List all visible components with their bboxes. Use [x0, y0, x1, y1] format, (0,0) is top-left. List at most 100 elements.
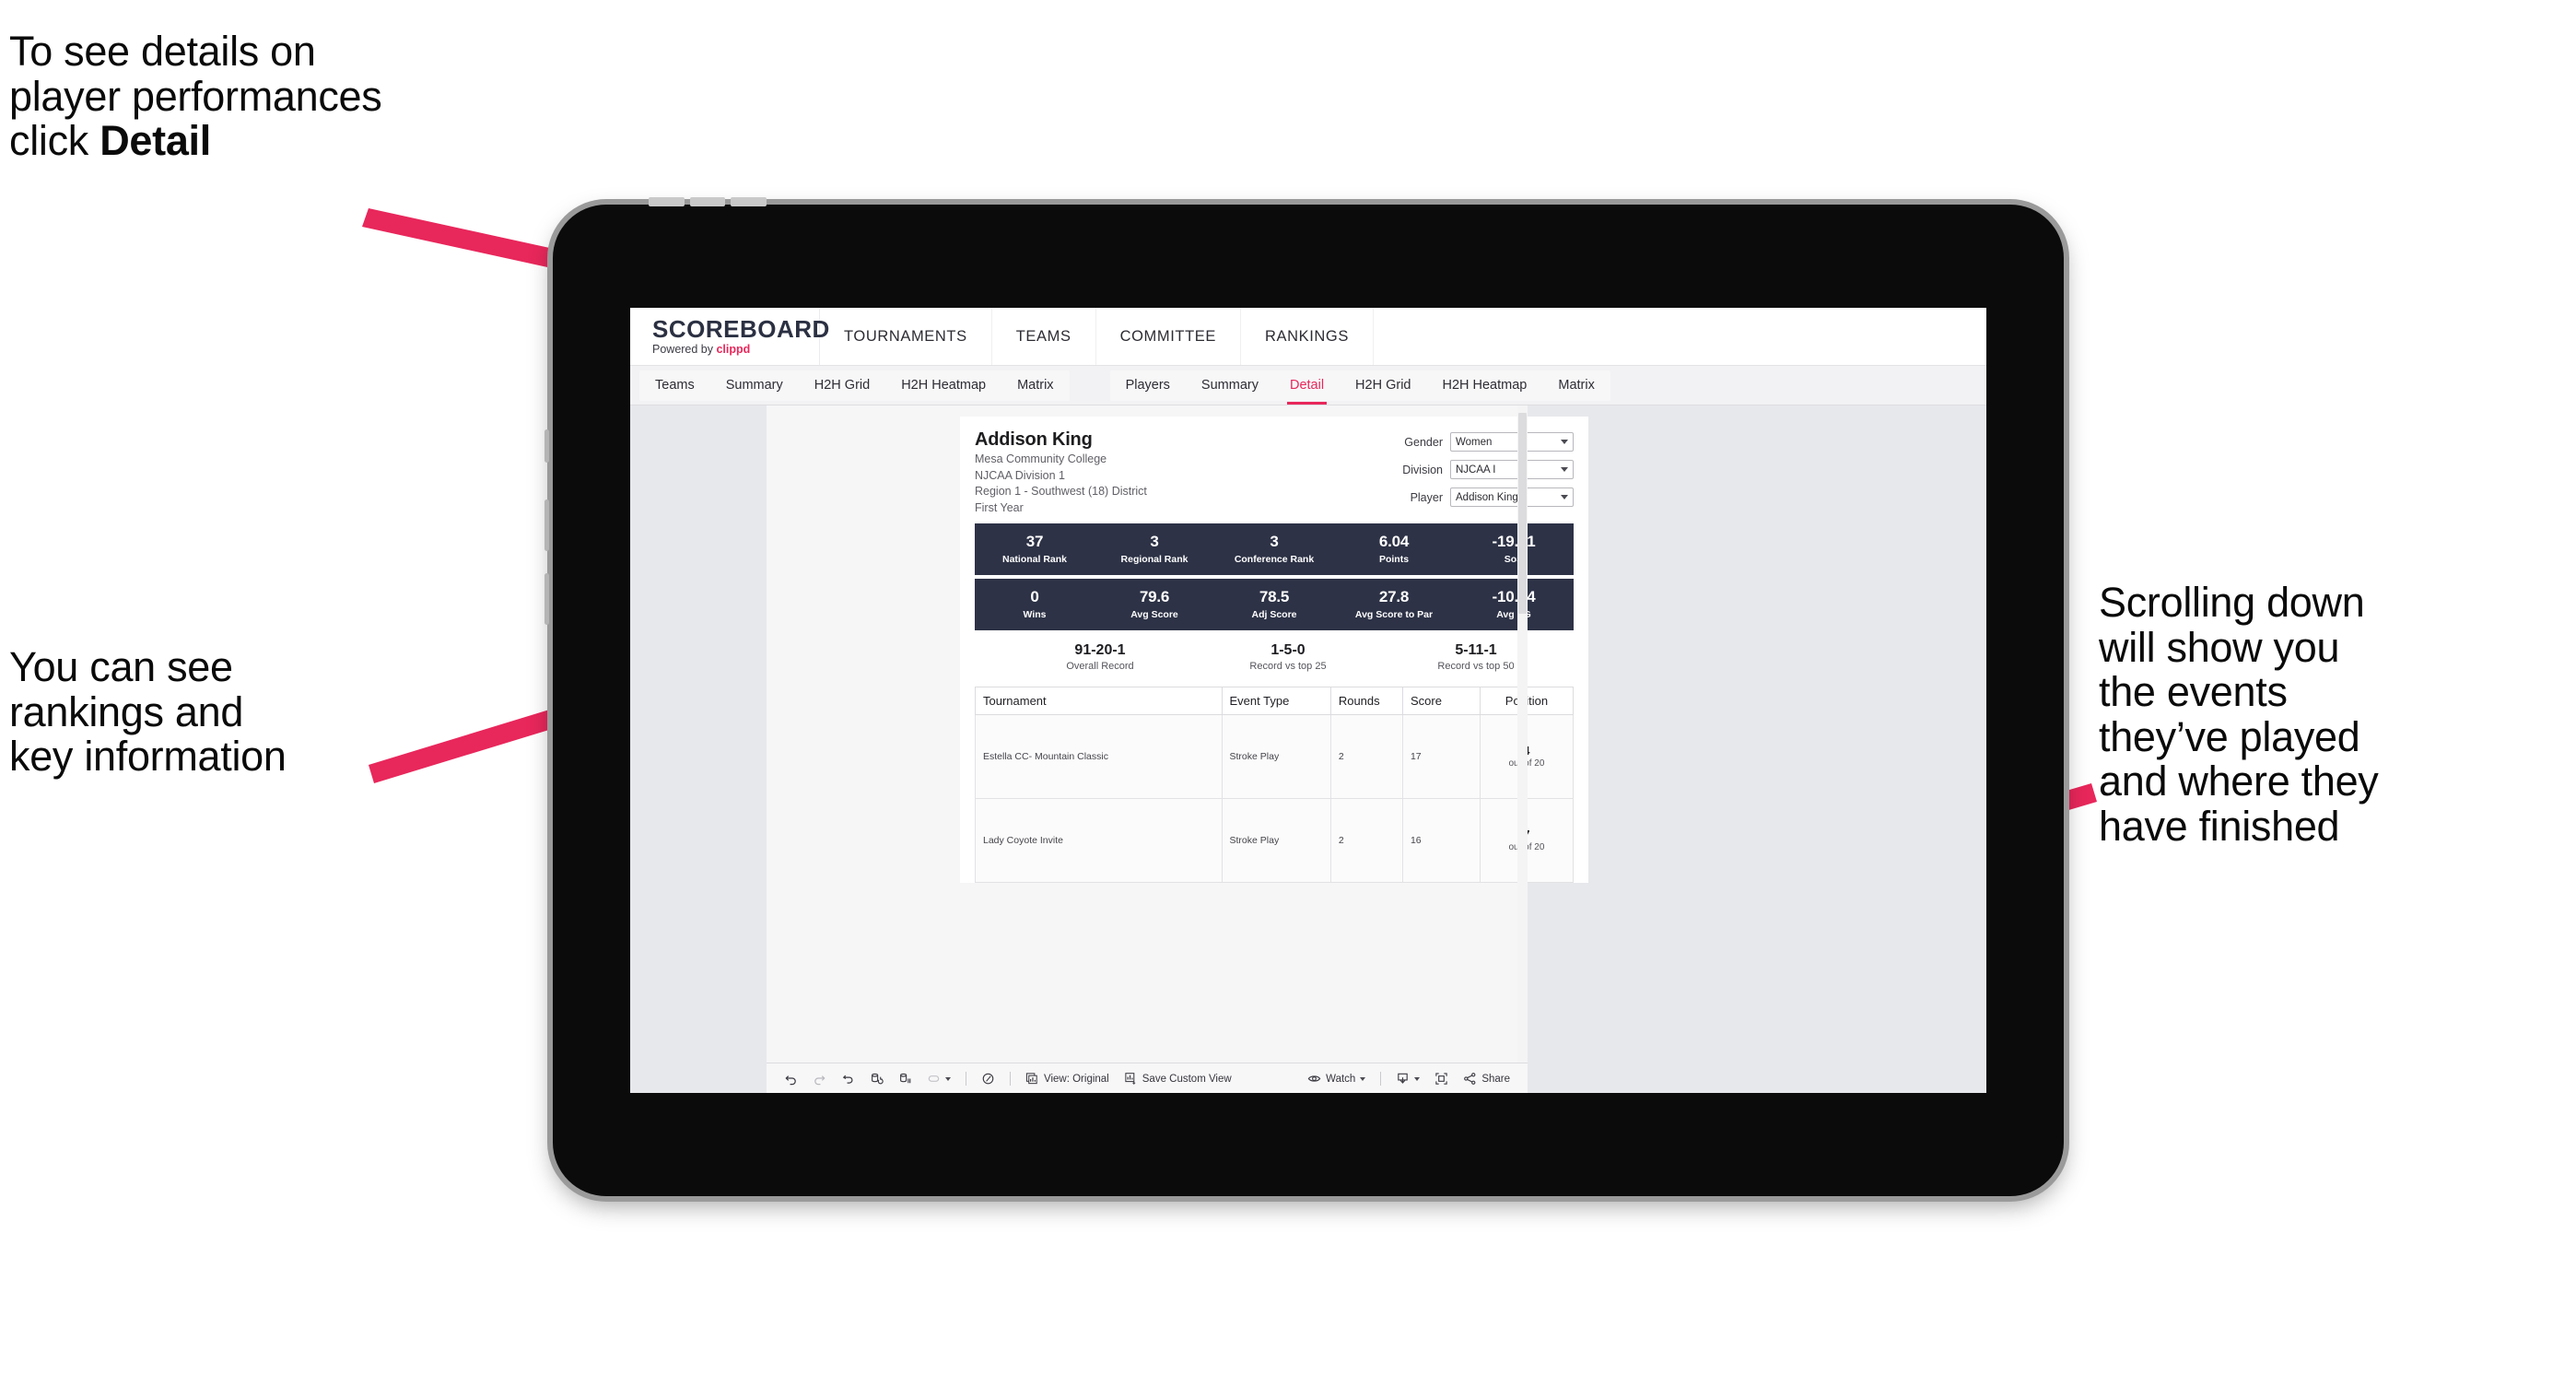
player-year: First Year: [975, 500, 1024, 514]
record-overall: 91-20-1 Overall Record: [1006, 642, 1194, 672]
powered-by-prefix: Powered by: [652, 343, 717, 357]
stat-label: Points: [1378, 553, 1410, 565]
table-row[interactable]: Lady Coyote Invite Stroke Play 2 16 7 ou…: [975, 798, 1575, 884]
cell-tournament: Lady Coyote Invite: [975, 798, 1223, 884]
col-event-type[interactable]: Event Type: [1221, 687, 1331, 716]
record-label: Record vs top 25: [1249, 661, 1327, 673]
record-vs-top-50: 5-11-1 Record vs top 50: [1382, 642, 1570, 672]
stat-value: 27.8: [1378, 588, 1410, 606]
save-label: Save Custom View: [1142, 1073, 1232, 1085]
nav-rankings[interactable]: RANKINGS: [1241, 308, 1374, 365]
chevron-down-icon: [1360, 1076, 1366, 1081]
view-original-button[interactable]: View: Original: [1019, 1068, 1116, 1090]
refresh-data-button[interactable]: [863, 1068, 890, 1090]
nav-teams[interactable]: TEAMS: [992, 308, 1096, 365]
powered-by-line: Powered by clippd: [652, 344, 819, 356]
stat-adj-score: 78.5 Adj Score: [1214, 588, 1334, 619]
secondary-nav: Teams Summary H2H Grid H2H Heatmap Matri…: [630, 366, 1986, 405]
filter-player-row: Player Addison King: [1378, 487, 1574, 507]
stat-regional-rank: 3 Regional Rank: [1095, 533, 1214, 564]
eye-icon: [1307, 1075, 1321, 1082]
save-custom-view-button[interactable]: Save Custom View: [1118, 1068, 1238, 1090]
redo-icon: [814, 1075, 825, 1086]
filter-gender-select[interactable]: Women: [1450, 432, 1574, 452]
cell-tournament: Estella CC- Mountain Classic: [975, 714, 1223, 800]
download-button[interactable]: [1389, 1068, 1426, 1090]
tablet-screen: SCOREBOARD Powered by clippd TOURNAMENTS…: [630, 308, 1986, 1093]
tab-teams[interactable]: Teams: [639, 370, 710, 401]
stats-bar-primary: 37 National Rank 3 Regional Rank 3 Confe…: [975, 523, 1574, 575]
record-value: 5-11-1: [1455, 642, 1497, 658]
player-detail-sheet: Addison King Mesa Community College NJCA…: [960, 417, 1588, 884]
stats-bar-secondary: 0 Wins 79.6 Avg Score 78.5 Adj Score 27.…: [975, 579, 1574, 630]
tab-players[interactable]: Players: [1110, 370, 1186, 401]
tablet-power-button[interactable]: [544, 429, 549, 463]
revert-button[interactable]: [835, 1068, 861, 1090]
filter-division-value: NJCAA I: [1456, 464, 1496, 476]
share-button[interactable]: Share: [1457, 1068, 1516, 1090]
scrollbar-thumb[interactable]: [1518, 413, 1527, 614]
tab-teams-matrix[interactable]: Matrix: [1001, 370, 1069, 401]
pause-data-button[interactable]: [892, 1068, 919, 1090]
vertical-scrollbar[interactable]: [1517, 405, 1528, 1093]
col-rounds[interactable]: Rounds: [1329, 687, 1403, 716]
annotation-right: Scrolling down will show you the events …: [2099, 579, 2379, 850]
table-header-row: Tournament Event Type Rounds Score Posit…: [975, 687, 1575, 716]
nav-committee[interactable]: COMMITTEE: [1096, 308, 1241, 365]
fullscreen-button[interactable]: [1428, 1068, 1455, 1090]
stat-label: Avg SG: [1496, 608, 1531, 620]
chevron-down-icon: [1414, 1076, 1421, 1081]
teams-tab-group: Teams Summary H2H Grid H2H Heatmap Matri…: [639, 370, 1070, 401]
view-label: View: Original: [1044, 1073, 1109, 1085]
revert-icon: [842, 1075, 853, 1084]
record-vs-top-25: 1-5-0 Record vs top 25: [1194, 642, 1382, 672]
watch-button[interactable]: Watch: [1301, 1068, 1372, 1090]
players-tab-group: Players Summary Detail H2H Grid H2H Heat…: [1109, 370, 1610, 405]
tab-teams-summary[interactable]: Summary: [710, 370, 799, 401]
annotation-top-left-bold: Detail: [100, 117, 211, 165]
player-division: NJCAA Division 1: [975, 468, 1065, 482]
clippd-name: clippd: [716, 343, 751, 357]
tab-teams-h2h-heatmap[interactable]: H2H Heatmap: [885, 370, 1001, 401]
stat-label: Avg Score: [1130, 608, 1178, 620]
col-tournament[interactable]: Tournament: [975, 687, 1223, 716]
chevron-down-icon: [1561, 440, 1568, 444]
tab-players-summary[interactable]: Summary: [1186, 370, 1274, 401]
tab-players-matrix[interactable]: Matrix: [1542, 370, 1610, 401]
tab-players-h2h-grid[interactable]: H2H Grid: [1340, 370, 1426, 401]
nav-tournaments[interactable]: TOURNAMENTS: [820, 308, 992, 365]
col-score[interactable]: Score: [1401, 687, 1481, 716]
brand-block[interactable]: SCOREBOARD Powered by clippd: [630, 308, 829, 365]
filter-gender-value: Women: [1456, 436, 1493, 448]
filter-player-value: Addison King: [1456, 491, 1518, 503]
tablet-volume-up-button[interactable]: [544, 499, 549, 551]
tab-players-detail[interactable]: Detail: [1274, 370, 1340, 405]
player-identity: Addison King Mesa Community College NJCA…: [975, 429, 1378, 515]
filter-division-select[interactable]: NJCAA I: [1450, 460, 1574, 479]
stat-conference-rank: 3 Conference Rank: [1214, 533, 1334, 564]
refresh-data-icon: [872, 1073, 884, 1085]
cell-score: 17: [1401, 714, 1481, 800]
undo-button[interactable]: [778, 1068, 804, 1090]
pause-refresh-button[interactable]: [975, 1068, 1001, 1090]
stat-avg-score-to-par: 27.8 Avg Score to Par: [1334, 588, 1454, 619]
stat-avg-score: 79.6 Avg Score: [1095, 588, 1214, 620]
stat-value: -19.71: [1492, 533, 1536, 551]
table-row[interactable]: Estella CC- Mountain Classic Stroke Play…: [975, 714, 1575, 800]
tablet-device-frame: SCOREBOARD Powered by clippd TOURNAMENTS…: [544, 197, 2064, 1196]
stat-value: 3: [1150, 533, 1159, 551]
primary-nav: TOURNAMENTS TEAMS COMMITTEE RANKINGS: [820, 308, 1986, 365]
cell-score: 16: [1401, 798, 1481, 884]
share-label: Share: [1481, 1073, 1510, 1085]
stat-value: 78.5: [1259, 588, 1290, 606]
tab-players-h2h-heatmap[interactable]: H2H Heatmap: [1426, 370, 1542, 401]
pause-auto-update-button[interactable]: [920, 1068, 957, 1090]
filter-player-select[interactable]: Addison King: [1450, 487, 1574, 507]
stat-label: SoS: [1504, 553, 1524, 565]
fullscreen-icon: [1435, 1073, 1447, 1085]
tablet-volume-down-button[interactable]: [544, 573, 549, 625]
annotation-top-left: To see details on player performances cl…: [9, 29, 599, 164]
redo-button[interactable]: [806, 1068, 833, 1090]
tab-teams-h2h-grid[interactable]: H2H Grid: [799, 370, 885, 401]
viz-bottom-toolbar: View: Original Save Custom View Watch Sh…: [767, 1063, 1528, 1093]
